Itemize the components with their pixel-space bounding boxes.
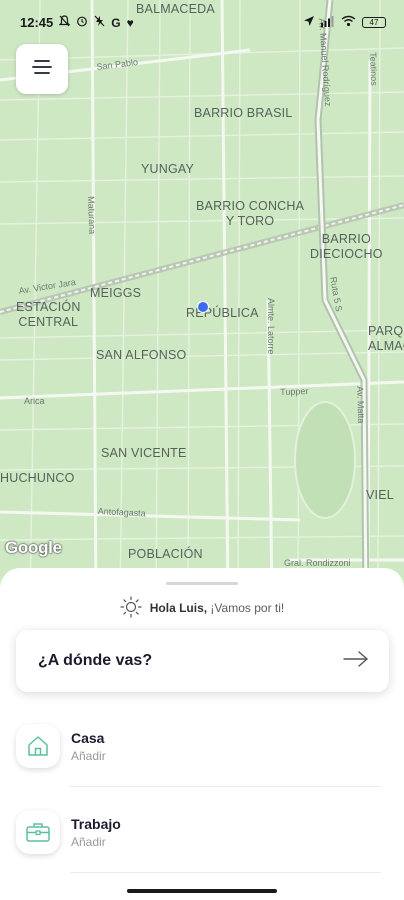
map-label-san-alfonso: SAN ALFONSO — [96, 348, 187, 362]
saved-place-work[interactable]: Trabajo Añadir — [16, 802, 380, 862]
saved-place-work-subtitle: Añadir — [71, 834, 106, 849]
arrow-right-icon — [343, 650, 369, 672]
status-bar: 12:45 G ♥ 47 — [0, 0, 404, 44]
destination-search-button[interactable]: ¿A dónde vas? — [16, 630, 389, 692]
heart-icon: ♥ — [126, 15, 134, 30]
greeting: Hola Luis, ¡Vamos por ti! — [0, 595, 404, 621]
street-label-almte-latorre: Almte. Latorre — [266, 298, 276, 355]
street-label-av-matta: Av. Matta — [355, 386, 367, 424]
map-label-poblacion: POBLACIÓN — [128, 547, 203, 561]
saved-place-home-title: Casa — [71, 729, 105, 746]
map-label-meiggs: MEIGGS — [90, 286, 142, 300]
saved-place-home-text: Casa Añadir — [71, 730, 106, 763]
street-label-teatinos: Teatinos — [368, 52, 380, 86]
location-arrow-icon — [303, 15, 315, 30]
map-label-san-vicente: SAN VICENTE — [101, 446, 187, 460]
greeting-text: Hola Luis, ¡Vamos por ti! — [150, 601, 284, 615]
saved-place-home[interactable]: Casa Añadir — [16, 716, 380, 776]
briefcase-icon — [16, 810, 60, 854]
map-label-parque-almagro: PARQ ALMAC — [368, 324, 404, 353]
home-icon — [16, 724, 60, 768]
saved-place-home-subtitle: Añadir — [71, 748, 106, 763]
saved-place-work-text: Trabajo Añadir — [71, 816, 121, 849]
street-label-tupper: Tupper — [280, 386, 309, 397]
street-label-maturana: Maturana — [86, 196, 98, 235]
sheet-drag-handle[interactable] — [166, 582, 238, 585]
signal-icon — [321, 15, 335, 30]
current-location-dot — [197, 301, 209, 313]
destination-search-label: ¿A dónde vas? — [38, 652, 153, 669]
status-time: 12:45 — [20, 15, 54, 30]
map-label-barrio-brasil: BARRIO BRASIL — [194, 106, 293, 120]
map-label-barrio-concha-y-toro: BARRIO CONCHA Y TORO — [196, 199, 305, 228]
divider — [70, 786, 381, 787]
divider — [70, 872, 381, 873]
google-attribution: Google — [5, 538, 62, 557]
menu-icon — [31, 59, 53, 80]
sun-icon — [120, 595, 142, 621]
map-label-yungay: YUNGAY — [141, 162, 195, 176]
muted-bell-icon — [58, 15, 71, 30]
home-indicator[interactable] — [127, 889, 277, 893]
battery-indicator: 47 — [362, 17, 386, 28]
bottom-sheet: Hola Luis, ¡Vamos por ti! ¿A dónde vas? … — [0, 568, 404, 900]
map-label-viel: VIEL — [366, 488, 394, 502]
street-label-rondizzoni: Gral. Rondizzoni — [284, 558, 351, 568]
alarm-icon — [76, 15, 88, 30]
map-label-barrio-dieciocho: BARRIO DIECIOCHO — [310, 232, 383, 261]
flash-off-icon — [94, 15, 105, 30]
saved-place-work-title: Trabajo — [71, 815, 121, 832]
street-label-arica: Arica — [24, 396, 45, 406]
map-label-huchunco: HUCHUNCO — [0, 471, 75, 485]
greeting-name: Hola Luis, — [149, 601, 208, 615]
map-label-estacion-central: ESTACIÓN CENTRAL — [16, 300, 81, 329]
menu-button[interactable] — [16, 44, 68, 94]
google-icon: G — [111, 15, 121, 30]
wifi-icon — [341, 15, 356, 30]
greeting-message: ¡Vamos por ti! — [207, 601, 285, 615]
